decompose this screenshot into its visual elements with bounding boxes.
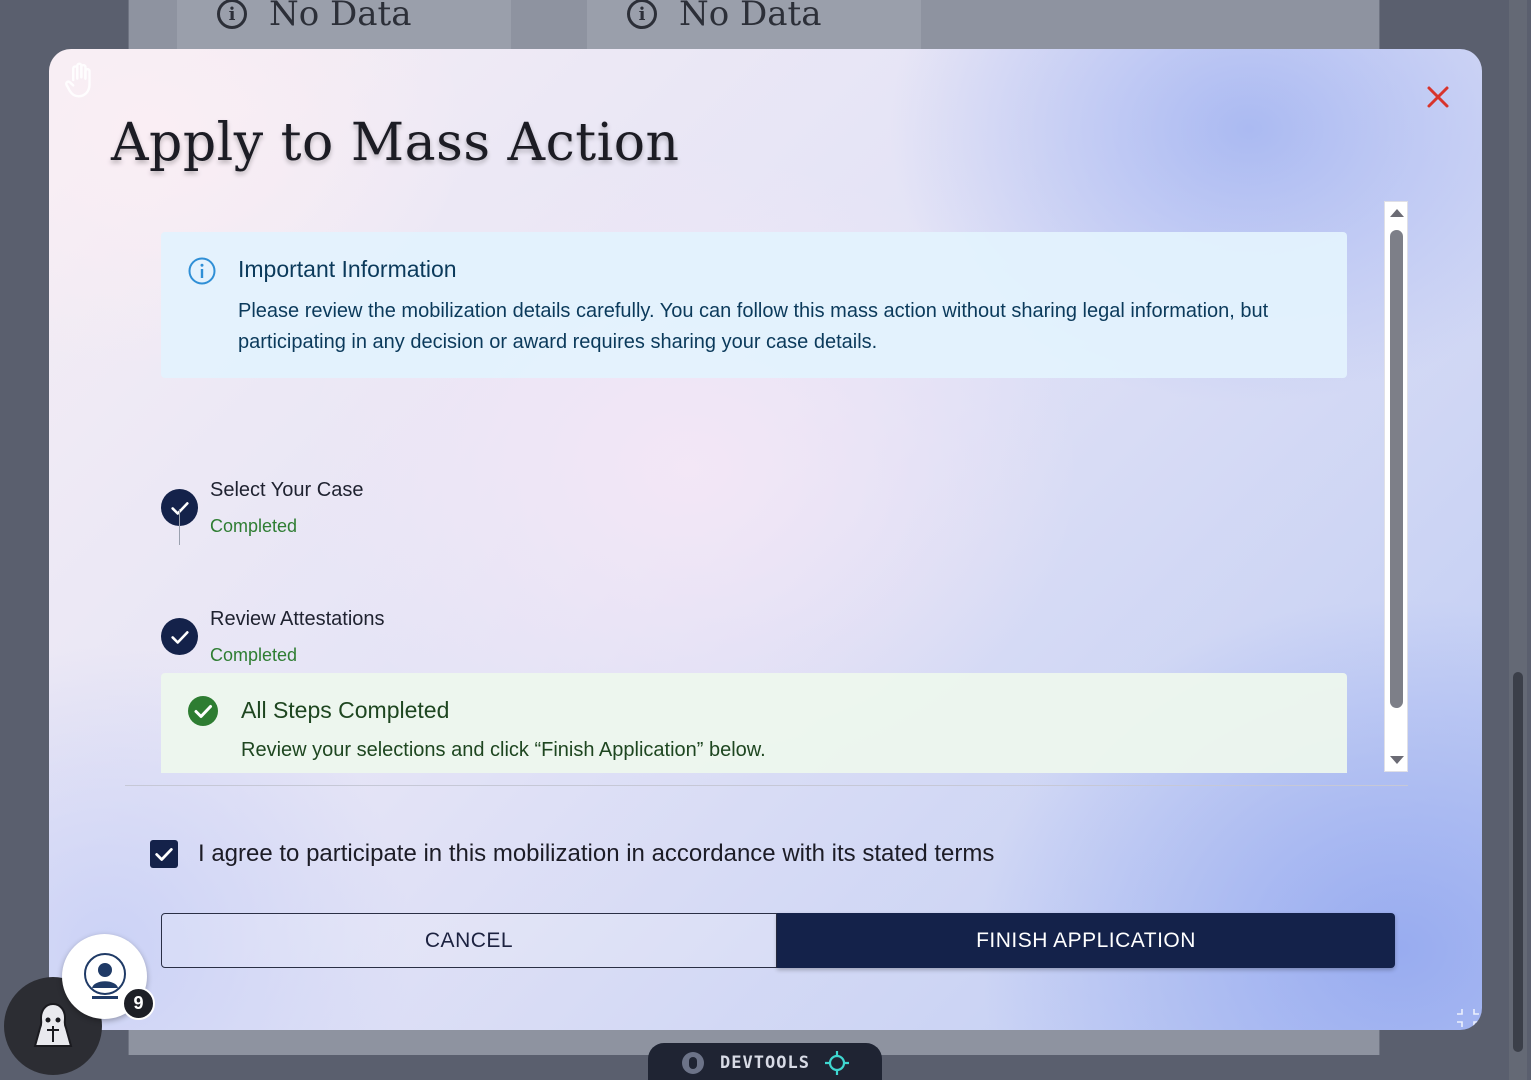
devtools-bar[interactable]: DEVTOOLS (648, 1043, 882, 1080)
step-status: Completed (210, 516, 298, 536)
page-scrollbar-thumb[interactable] (1513, 672, 1523, 1052)
modal-scroll-content[interactable]: Important Information Please review the … (161, 232, 1347, 773)
scroll-down-arrow-icon[interactable] (1390, 756, 1404, 764)
info-alert-title: Important Information (238, 256, 457, 282)
info-icon: i (627, 0, 657, 29)
info-alert-body: Please review the mobilization details c… (238, 300, 1269, 353)
step-select-case: Select Your Case Completed (161, 479, 761, 549)
agree-checkbox[interactable]: I agree to participate in this mobilizat… (150, 840, 994, 868)
mascot-icon (33, 1002, 73, 1047)
devtools-logo-icon (682, 1052, 705, 1074)
check-circle-icon (161, 618, 198, 655)
step-connector (179, 509, 180, 545)
step-label: Review Attestations (210, 608, 385, 630)
divider (125, 785, 1408, 786)
step-label: Select Your Case (210, 479, 364, 501)
step-review-attestations: Review Attestations Completed (161, 608, 761, 678)
close-button[interactable] (1423, 82, 1453, 112)
laymans-logo-icon (83, 952, 126, 999)
modal-title: Apply to Mass Action (111, 113, 680, 173)
apply-modal: Apply to Mass Action Important Informati… (49, 49, 1482, 1030)
step-status: Completed (210, 645, 298, 665)
success-alert-title: All Steps Completed (241, 697, 450, 723)
success-alert-body: Review your selections and click “Finish… (241, 739, 766, 761)
no-data-text: No Data (679, 0, 822, 34)
devtools-label: DEVTOOLS (720, 1053, 810, 1073)
scroll-up-arrow-icon[interactable] (1390, 209, 1404, 217)
background-no-data: i No Data (627, 0, 822, 34)
info-alert: Important Information Please review the … (161, 232, 1347, 378)
page-scrollbar[interactable] (1509, 0, 1527, 1080)
checkbox-checked-icon[interactable] (150, 840, 178, 868)
finish-application-button[interactable]: FINISH APPLICATION (777, 913, 1395, 968)
cancel-button[interactable]: CANCEL (161, 913, 777, 968)
background-no-data: i No Data (217, 0, 412, 34)
modal-scrollbar[interactable] (1384, 201, 1408, 772)
check-circle-icon (188, 696, 218, 726)
info-icon (188, 257, 216, 285)
modal-scrollbar-thumb[interactable] (1390, 230, 1403, 708)
hand-icon (65, 62, 91, 98)
info-icon: i (217, 0, 247, 29)
close-icon[interactable] (1426, 85, 1450, 109)
resize-icon[interactable] (1457, 1007, 1479, 1029)
agree-label: I agree to participate in this mobilizat… (198, 840, 995, 867)
no-data-text: No Data (269, 0, 412, 34)
notification-badge: 9 (122, 987, 155, 1020)
success-alert: All Steps Completed Review your selectio… (161, 673, 1347, 773)
crosshair-icon[interactable] (824, 1050, 850, 1076)
